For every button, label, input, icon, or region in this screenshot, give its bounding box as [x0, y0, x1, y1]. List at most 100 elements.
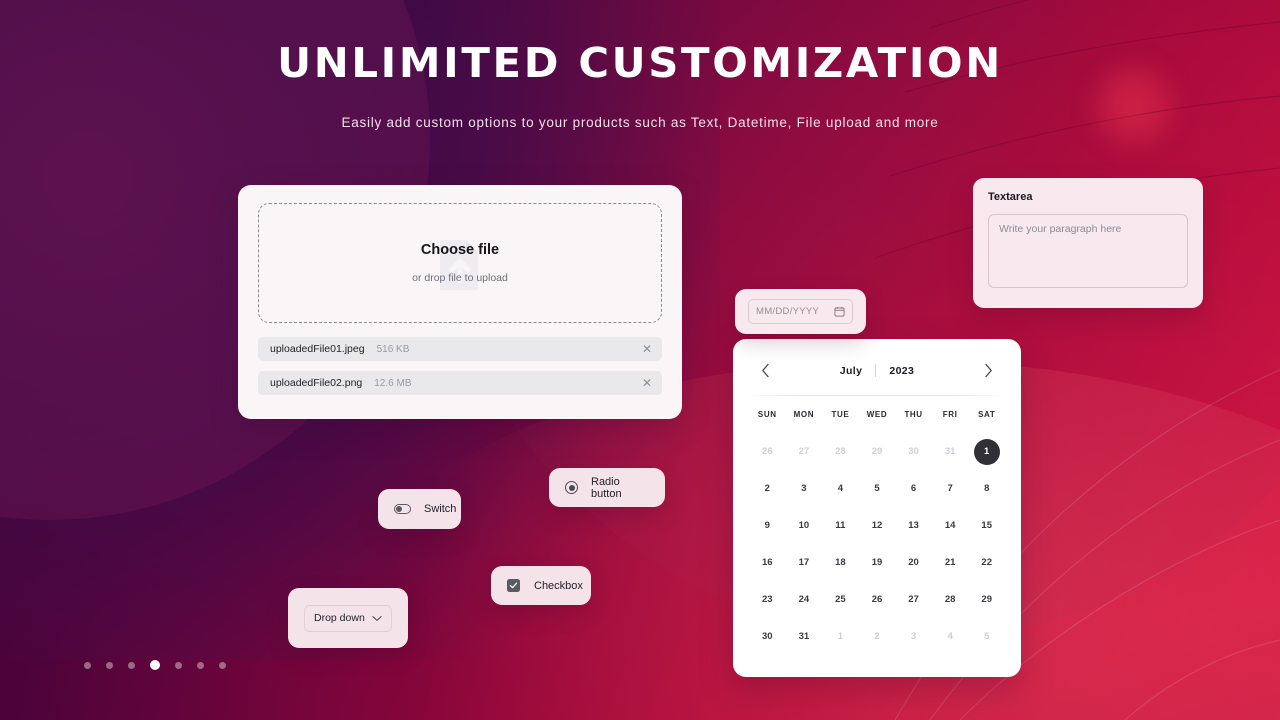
textarea-input[interactable]: Write your paragraph here	[988, 214, 1188, 288]
chevron-down-icon[interactable]	[372, 615, 382, 622]
calendar-day[interactable]: 14	[932, 507, 969, 544]
dropdown-select[interactable]: Drop down	[304, 604, 392, 632]
table-row: uploadedFile01.jpeg 516 KB ✕	[258, 337, 662, 361]
calendar-day[interactable]: 5	[859, 470, 896, 507]
pagination-dot-active[interactable]	[150, 660, 160, 670]
calendar-day[interactable]: 3	[895, 618, 932, 655]
calendar-day[interactable]: 2	[749, 470, 786, 507]
file-name: uploadedFile02.png	[270, 377, 363, 389]
calendar-day[interactable]: 29	[968, 581, 1005, 618]
calendar-day-selected[interactable]: 1	[968, 433, 1005, 470]
calendar-day[interactable]: 4	[932, 618, 969, 655]
calendar-day[interactable]: 22	[968, 544, 1005, 581]
calendar-weekday: MON	[793, 410, 815, 419]
file-dropzone[interactable]: Choose file or drop file to upload	[258, 203, 662, 323]
calendar-icon[interactable]	[834, 306, 845, 317]
calendar-day[interactable]: 26	[859, 581, 896, 618]
pagination-dot[interactable]	[175, 661, 182, 669]
checkbox-icon[interactable]	[507, 579, 520, 592]
file-size: 12.6 MB	[374, 377, 412, 389]
calendar-day[interactable]: 3	[786, 470, 823, 507]
calendar-day[interactable]: 19	[859, 544, 896, 581]
date-input-card: MM/DD/YYYY	[735, 289, 866, 334]
calendar-day[interactable]: 28	[932, 581, 969, 618]
page-title: UNLIMITED CUSTOMIZATION	[277, 39, 1003, 87]
chevron-left-icon[interactable]	[757, 361, 774, 380]
dropdown-label: Drop down	[314, 612, 365, 624]
radio-button-icon[interactable]	[565, 481, 578, 494]
checkbox-card[interactable]: Checkbox	[491, 566, 591, 605]
calendar-day[interactable]: 9	[749, 507, 786, 544]
pagination-dot[interactable]	[106, 661, 113, 669]
calendar-day[interactable]: 13	[895, 507, 932, 544]
calendar-day[interactable]: 5	[968, 618, 1005, 655]
dropzone-subtitle: or drop file to upload	[412, 272, 508, 284]
calendar-day[interactable]: 28	[822, 433, 859, 470]
calendar-weekday: WED	[866, 410, 888, 419]
calendar-day[interactable]: 26	[749, 433, 786, 470]
calendar-day[interactable]: 8	[968, 470, 1005, 507]
calendar-day[interactable]: 23	[749, 581, 786, 618]
calendar-card: July 2023 SUN MON TUE WED THU FRI SAT 26 27 28 29 3…	[733, 339, 1021, 677]
calendar-day[interactable]: 15	[968, 507, 1005, 544]
file-name: uploadedFile01.jpeg	[270, 343, 365, 355]
calendar-day[interactable]: 17	[786, 544, 823, 581]
chevron-right-icon[interactable]	[980, 361, 997, 380]
calendar-day[interactable]: 18	[822, 544, 859, 581]
toggle-switch-icon[interactable]	[394, 504, 411, 514]
pagination-dot[interactable]	[128, 661, 135, 669]
date-input-placeholder: MM/DD/YYYY	[756, 306, 820, 317]
calendar-month[interactable]: July	[840, 365, 863, 377]
calendar-rule	[753, 395, 1001, 396]
textarea-placeholder: Write your paragraph here	[999, 223, 1122, 235]
pagination-dots	[84, 660, 226, 670]
calendar-day[interactable]: 27	[786, 433, 823, 470]
calendar-day[interactable]: 1	[822, 618, 859, 655]
calendar-weekday: SUN	[757, 410, 777, 419]
calendar-weekday: THU	[904, 410, 923, 419]
switch-card[interactable]: Switch	[378, 489, 461, 529]
page-subtitle: Easily add custom options to your produc…	[341, 115, 939, 131]
radio-button-label: Radio button	[591, 475, 622, 500]
page-header: UNLIMITED CUSTOMIZATION Easily add custo…	[0, 39, 1280, 131]
calendar-year[interactable]: 2023	[889, 365, 914, 377]
calendar-day[interactable]: 4	[822, 470, 859, 507]
calendar-day[interactable]: 7	[932, 470, 969, 507]
toggle-switch-knob	[396, 506, 402, 512]
uploaded-file-list: uploadedFile01.jpeg 516 KB ✕ uploadedFil…	[258, 337, 662, 395]
checkbox-label: Checkbox	[534, 579, 583, 592]
date-input[interactable]: MM/DD/YYYY	[748, 299, 853, 324]
calendar-day[interactable]: 30	[895, 433, 932, 470]
dropzone-title: Choose file	[420, 242, 500, 258]
pagination-dot[interactable]	[84, 661, 91, 669]
calendar-day[interactable]: 29	[859, 433, 896, 470]
calendar-divider	[875, 364, 877, 377]
pagination-dot[interactable]	[219, 661, 226, 669]
close-icon[interactable]: ✕	[642, 343, 652, 355]
textarea-label: Textarea	[988, 191, 1033, 203]
calendar-month-year: July 2023	[840, 364, 915, 377]
calendar-day[interactable]: 11	[822, 507, 859, 544]
calendar-day[interactable]: 10	[786, 507, 823, 544]
radio-button-card[interactable]: Radio button	[549, 468, 665, 507]
calendar-day[interactable]: 12	[859, 507, 896, 544]
calendar-day[interactable]: 16	[749, 544, 786, 581]
calendar-day[interactable]: 24	[786, 581, 823, 618]
calendar-day[interactable]: 2	[859, 618, 896, 655]
calendar-day[interactable]: 25	[822, 581, 859, 618]
calendar-day[interactable]: 20	[895, 544, 932, 581]
calendar-weekday: FRI	[942, 410, 958, 419]
calendar-day[interactable]: 27	[895, 581, 932, 618]
calendar-day[interactable]: 30	[749, 618, 786, 655]
calendar-day[interactable]: 31	[932, 433, 969, 470]
calendar-day[interactable]: 21	[932, 544, 969, 581]
pagination-dot[interactable]	[197, 661, 204, 669]
table-row: uploadedFile02.png 12.6 MB ✕	[258, 371, 662, 395]
calendar-grid: SUN MON TUE WED THU FRI SAT 26 27 28 29 30 31 1 2 3 4 5 6 7…	[749, 410, 1005, 655]
calendar-day[interactable]: 6	[895, 470, 932, 507]
dropdown-card: Drop down	[288, 588, 408, 648]
close-icon[interactable]: ✕	[642, 377, 652, 389]
textarea-card: Textarea Write your paragraph here	[973, 178, 1203, 308]
radio-button-dot	[568, 484, 575, 491]
calendar-day[interactable]: 31	[786, 618, 823, 655]
